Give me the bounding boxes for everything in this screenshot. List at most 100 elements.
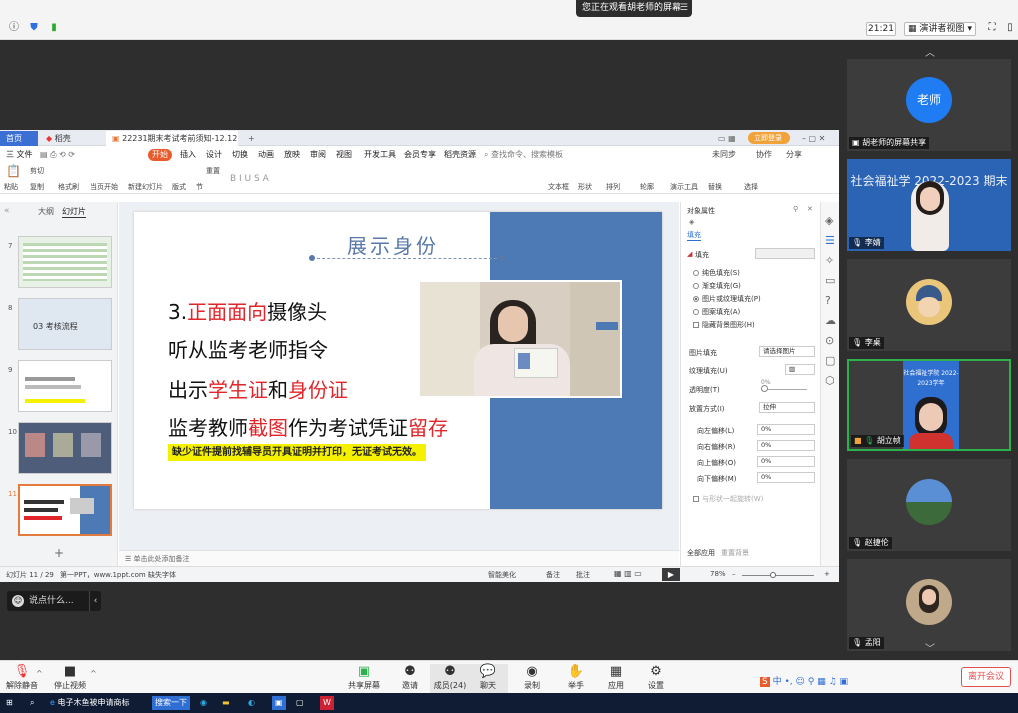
taskbar-search-button[interactable]: 搜索一下 [152, 696, 190, 710]
texture-select[interactable]: ▨ [785, 364, 815, 375]
menu-animation[interactable]: 动画 [258, 149, 274, 161]
chevron-up-icon[interactable]: ︿ [925, 44, 935, 59]
ime-toolbar[interactable]: S 中 •, ☺ ⚲ ▦ ♫ ▣ [760, 675, 896, 689]
notes-toggle[interactable]: 备注 [546, 570, 560, 580]
shape-button[interactable]: 形状 [578, 182, 592, 192]
reset-button[interactable]: 重置 [206, 166, 220, 176]
apply-all-button[interactable]: 全部应用 [687, 548, 715, 558]
signal-icon[interactable]: ▮ [48, 22, 60, 34]
zoom-out-button[interactable]: – [732, 570, 736, 578]
menu-docer-resources[interactable]: 稻壳资源 [444, 149, 476, 161]
participant-tile[interactable]: 🎙 赵捷伦 [847, 459, 1011, 551]
offset-bottom-input[interactable]: 0% [757, 472, 815, 483]
window-icon[interactable]: ▢ [296, 696, 304, 710]
participant-tile[interactable]: 社会福祉学 2022-2023 期末 前培训 🎙 李婧 [847, 159, 1011, 251]
close-icon[interactable]: ✕ [807, 205, 813, 213]
apps-button[interactable]: ▦ 应用 [596, 664, 636, 693]
folder-icon[interactable]: ▬ [222, 696, 230, 710]
picture-fill-select[interactable]: 请选择图片 [759, 346, 815, 357]
info-icon[interactable]: ⓘ [8, 22, 20, 34]
browser-task[interactable]: e 电子木鱼被申请商标 [50, 696, 150, 710]
menu-member[interactable]: 会员专享 [404, 149, 436, 161]
new-tab-button[interactable]: + [242, 131, 256, 146]
paste-button[interactable]: 粘贴 [4, 182, 18, 192]
presentation-tools-button[interactable]: 演示工具 [670, 182, 698, 192]
location-icon[interactable]: ⊙ [825, 334, 834, 347]
new-slide-button[interactable]: 新建幻灯片 [128, 182, 163, 192]
emoji-icon[interactable]: ☺ [12, 595, 24, 607]
unsynced-button[interactable]: 未同步 [712, 149, 736, 161]
menu-icon[interactable]: ☰ [680, 0, 688, 17]
command-search[interactable]: ⌕ 查找命令、搜索模板 [484, 149, 563, 161]
textbox-button[interactable]: 文本框 [548, 182, 569, 192]
fullscreen-icon[interactable]: ⛶ [986, 22, 998, 34]
slide-thumbnail[interactable] [18, 360, 112, 412]
share-screen-button[interactable]: ▣ 共享屏幕 [344, 664, 384, 693]
chat-input[interactable]: ☺ 说点什么... ‹ [7, 591, 101, 611]
tab-home[interactable]: 首页 [0, 131, 38, 146]
slide-thumbnail[interactable]: 03 考核流程 [18, 298, 112, 350]
view-switcher[interactable]: ▦ ▥ ▭ [614, 569, 642, 578]
tab-outline[interactable]: 大纲 [38, 206, 54, 217]
windows-start-icon[interactable]: ⊞ [6, 696, 13, 710]
menu-slideshow[interactable]: 放映 [284, 149, 300, 161]
outline-button[interactable]: 轮廓 [640, 182, 654, 192]
backup-icon[interactable]: ☁ [825, 314, 836, 327]
notes-bar[interactable]: ☰ 单击此处添加备注 [119, 550, 679, 566]
style-icon[interactable]: ◈ [825, 214, 833, 227]
zoom-in-button[interactable]: + [824, 570, 830, 578]
tiling-select[interactable]: 拉伸 [759, 402, 815, 413]
layout-button[interactable]: 版式 [172, 182, 186, 192]
rotate-with-shape-checkbox[interactable]: 与形状一起旋转(W) [693, 494, 763, 504]
view-mode-select[interactable]: ▦ 演讲者视图 ▾ [904, 22, 976, 36]
option-pattern[interactable]: 图案填充(A) [693, 307, 740, 317]
section-button[interactable]: 节 [196, 182, 203, 192]
option-picture[interactable]: 图片或纹理填充(P) [693, 294, 761, 304]
app-icon[interactable]: ◉ [200, 696, 207, 710]
paste-icon[interactable]: 📋 [6, 164, 21, 178]
replace-button[interactable]: 替换 [708, 182, 722, 192]
option-solid[interactable]: 纯色填充(S) [693, 268, 740, 278]
invite-button[interactable]: ⚉ 邀请 [390, 664, 430, 693]
raise-hand-button[interactable]: ✋ 举手 [556, 664, 596, 693]
participant-tile-speaking[interactable]: 社会福祉学院 2022-2023学年 ■ 🎙 胡立帧 [847, 359, 1011, 451]
record-button[interactable]: ◉ 录制 [512, 664, 552, 693]
meeting-app-icon[interactable]: ▣ [272, 696, 286, 710]
menu-insert[interactable]: 插入 [180, 149, 196, 161]
option-gradient[interactable]: 渐变填充(G) [693, 281, 741, 291]
collapse-icon[interactable]: « [4, 206, 10, 216]
help-icon[interactable]: ? [825, 294, 831, 307]
participant-tile[interactable]: 🎙 李桌 [847, 259, 1011, 351]
members-button[interactable]: ⚉ 成员(24) [430, 664, 470, 693]
select-button[interactable]: 选择 [744, 182, 758, 192]
menu-transition[interactable]: 切换 [232, 149, 248, 161]
add-slide-button[interactable]: + [54, 546, 64, 560]
more-tools-icon[interactable]: ⬡ [825, 374, 835, 387]
smart-beautify-button[interactable]: 智能美化 [488, 570, 516, 580]
share-banner[interactable]: 您正在观看胡老师的屏幕 ☰ [576, 0, 692, 17]
chevron-left-icon[interactable]: ‹ [89, 591, 101, 611]
comments-toggle[interactable]: 批注 [576, 570, 590, 580]
pin-icon[interactable]: ⚲ [793, 205, 798, 213]
sidebar-toggle-icon[interactable]: ▯ [1004, 22, 1016, 34]
from-current-button[interactable]: 当页开始 [90, 182, 118, 192]
slide-thumbnail[interactable] [18, 422, 112, 474]
window-layout-icons[interactable]: ▭ ▦ [712, 131, 748, 146]
share-button[interactable]: 分享 [786, 149, 802, 161]
collaborate-button[interactable]: 协作 [756, 149, 772, 161]
menu-developer[interactable]: 开发工具 [364, 149, 396, 161]
tab-slides[interactable]: 幻灯片 [62, 206, 86, 218]
chevron-down-icon[interactable]: ﹀ [925, 640, 935, 655]
menu-design[interactable]: 设计 [206, 149, 222, 161]
reset-bg-button[interactable]: 重置背景 [721, 548, 749, 558]
chat-button[interactable]: 💬 聊天 [468, 664, 508, 693]
search-icon[interactable]: ⌕ [30, 696, 34, 710]
offset-right-input[interactable]: 0% [757, 440, 815, 451]
missing-font-button[interactable]: 缺失字体 [148, 570, 176, 580]
edge-icon[interactable]: ◐ [248, 696, 255, 710]
chevron-up-icon[interactable]: ^ [36, 669, 43, 678]
menu-file[interactable]: 三 文件 [6, 149, 33, 161]
participant-tile[interactable]: 老师 ▣ 胡老师的屏幕共享 [847, 59, 1011, 151]
wps-app-icon[interactable]: W [320, 696, 334, 710]
slider-handle[interactable] [761, 385, 768, 392]
